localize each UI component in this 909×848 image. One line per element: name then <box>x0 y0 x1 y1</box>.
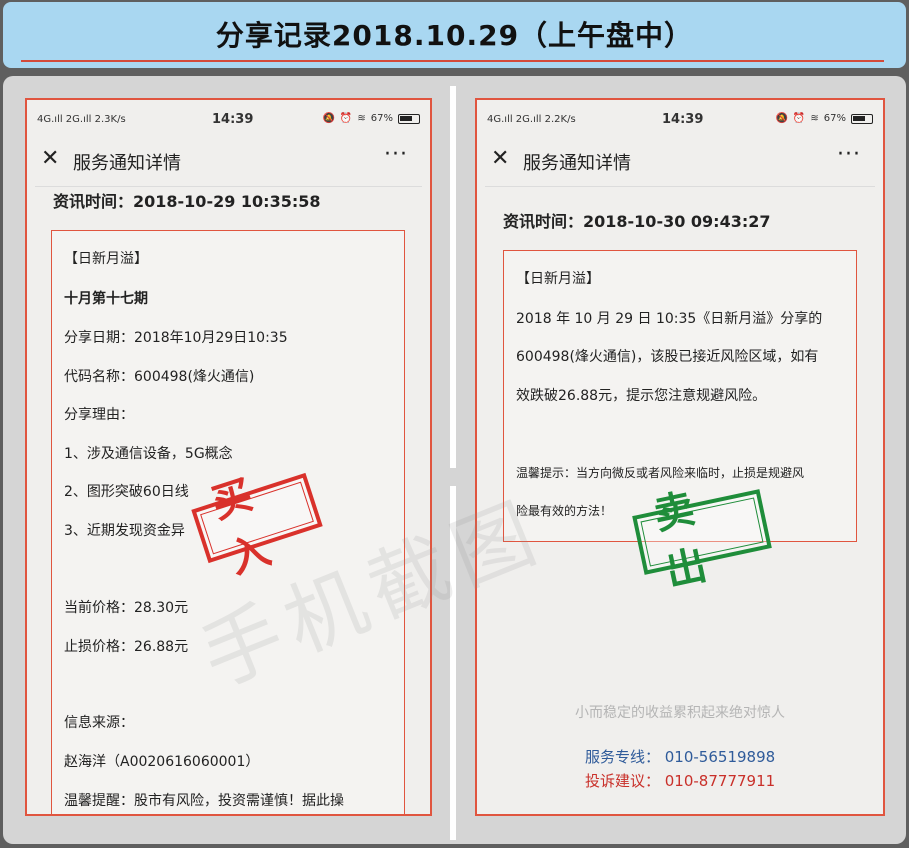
card-line: 赵海洋（A0020616060001） <box>64 754 260 770</box>
header-banner: 分享记录2018.10.29（上午盘中） <box>3 2 906 68</box>
card-line: 信息来源： <box>64 715 134 731</box>
network-status: 4G.ıll 2G.ıll 2.2K/s <box>487 114 576 125</box>
slogan: 小而稳定的收益累积起来绝对惊人 <box>575 705 785 721</box>
alarm-icon: ⏰ <box>792 113 806 124</box>
card-line: 效跌破26.88元，提示您注意规避风险。 <box>516 388 767 404</box>
close-icon[interactable]: ✕ <box>491 146 509 171</box>
sell-stamp: 卖出 <box>632 482 772 596</box>
info-time: 资讯时间：2018-10-29 10:35:58 <box>53 192 321 211</box>
more-options-button[interactable]: ··· <box>384 142 408 167</box>
alarm-icon: ⏰ <box>339 113 353 124</box>
card-line: 分享理由： <box>64 407 134 423</box>
mute-icon: 🔕 <box>322 113 335 124</box>
card-line: 2018 年 10 月 29 日 10:35《日新月溢》分享的 <box>516 311 823 327</box>
card-line: 1、涉及通信设备，5G概念 <box>64 446 233 462</box>
right-phone-screenshot: 4G.ıll 2G.ıll 2.2K/s 14:39 🔕 ⏰ ≋ 67% ✕ 服… <box>475 98 885 816</box>
nav-bar: ✕ 服务通知详情 ··· <box>27 142 430 182</box>
battery-percent: 67% <box>370 113 393 124</box>
mute-icon: 🔕 <box>775 113 788 124</box>
card-line: 【日新月溢】 <box>516 271 600 287</box>
status-bar: 4G.ıll 2G.ıll 2.2K/s 14:39 🔕 ⏰ ≋ 67% <box>477 110 883 132</box>
divider-gap <box>448 468 458 486</box>
nav-title: 服务通知详情 <box>523 153 631 174</box>
battery-percent: 67% <box>823 113 846 124</box>
card-line: 【日新月溢】 <box>64 251 148 267</box>
complaint-hotline: 投诉建议： 010-87777911 <box>585 772 776 790</box>
more-options-button[interactable]: ··· <box>837 142 861 167</box>
card-line: 600498(烽火通信)，该股已接近风险区域，如有 <box>516 349 819 365</box>
close-icon[interactable]: ✕ <box>41 146 59 171</box>
card-line: 十月第十七期 <box>64 291 148 307</box>
battery-icon <box>398 113 420 124</box>
network-status: 4G.ıll 2G.ıll 2.3K/s <box>37 114 126 125</box>
status-time: 14:39 <box>212 112 254 127</box>
card-line: 温馨提醒：股市有风险，投资需谨慎！据此操 <box>64 793 344 809</box>
title-underline <box>21 60 884 62</box>
center-divider <box>450 86 456 840</box>
wifi-icon: ≋ <box>810 113 819 124</box>
status-icons: 🔕 ⏰ ≋ 67% <box>775 113 873 124</box>
status-bar: 4G.ıll 2G.ıll 2.3K/s 14:39 🔕 ⏰ ≋ 67% <box>27 110 430 132</box>
service-hotline: 服务专线： 010-56519898 <box>585 748 776 766</box>
battery-icon <box>851 113 873 124</box>
nav-divider <box>485 186 875 187</box>
wifi-icon: ≋ <box>357 113 366 124</box>
nav-bar: ✕ 服务通知详情 ··· <box>477 142 883 182</box>
card-line: 分享日期：2018年10月29日10:35 <box>64 330 288 346</box>
left-phone-screenshot: 4G.ıll 2G.ıll 2.3K/s 14:39 🔕 ⏰ ≋ 67% ✕ 服… <box>25 98 432 816</box>
page-title: 分享记录2018.10.29（上午盘中） <box>215 19 694 52</box>
info-time: 资讯时间：2018-10-30 09:43:27 <box>503 212 771 231</box>
card-line: 代码名称：600498(烽火通信) <box>64 369 255 385</box>
nav-title: 服务通知详情 <box>73 153 181 174</box>
status-time: 14:39 <box>662 112 704 127</box>
buy-stamp: 买入 <box>191 466 323 583</box>
nav-divider <box>35 186 422 187</box>
status-icons: 🔕 ⏰ ≋ 67% <box>322 113 420 124</box>
